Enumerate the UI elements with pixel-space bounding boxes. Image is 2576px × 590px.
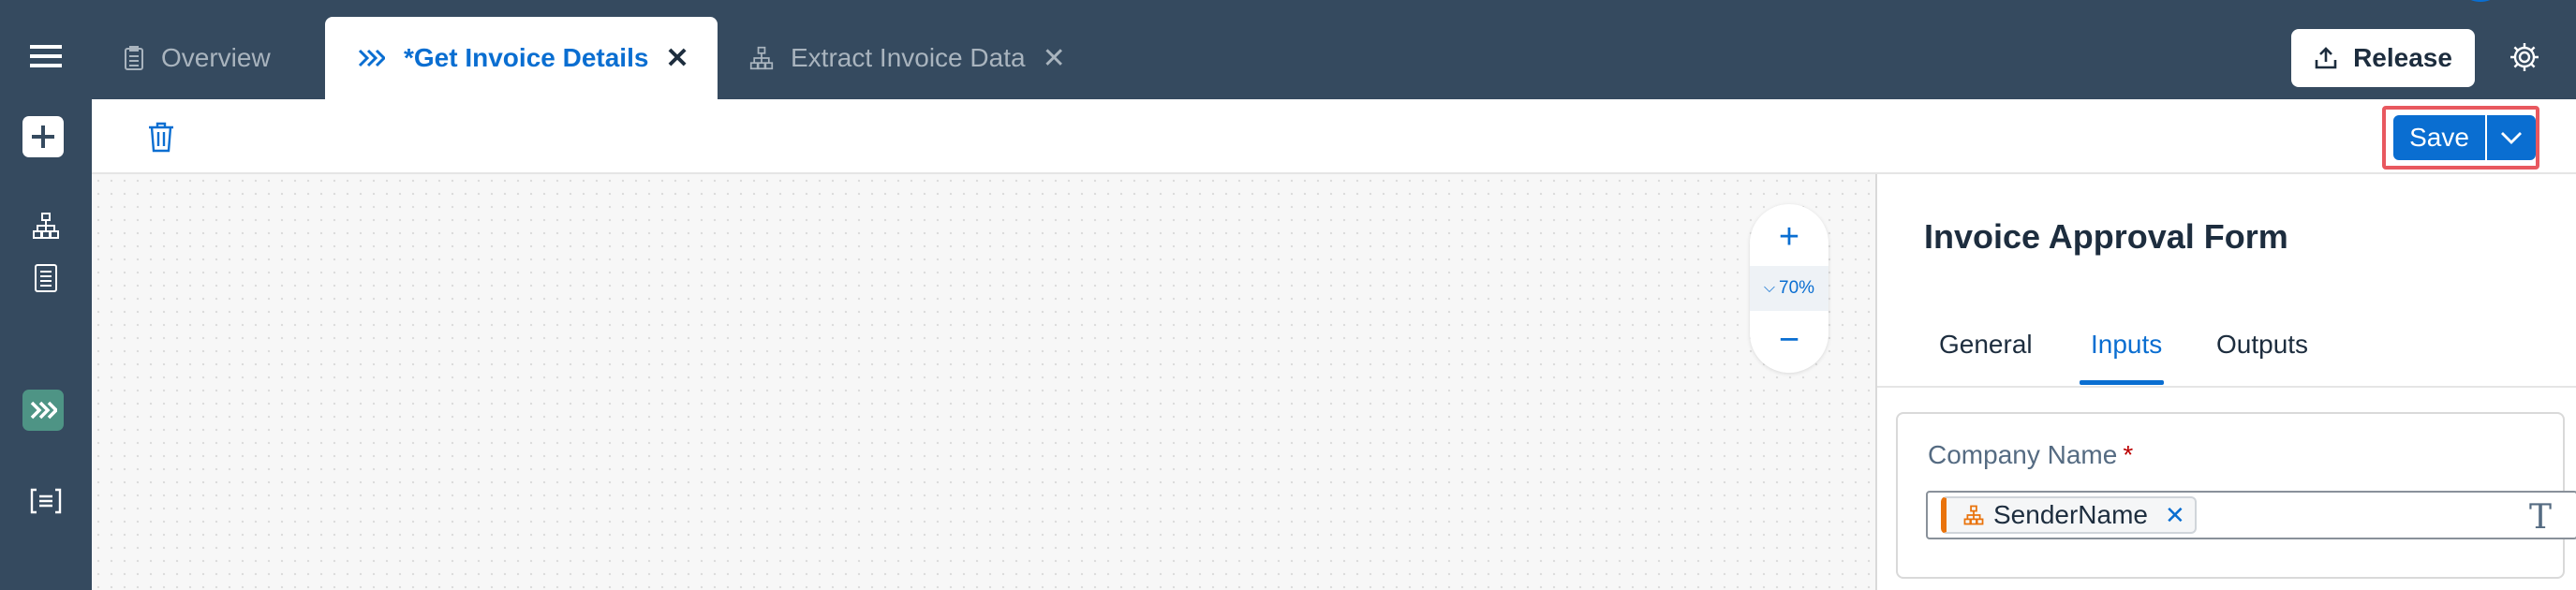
toolbar: Save — [92, 99, 2576, 174]
zoom-level-value: 70% — [1779, 278, 1815, 298]
upload-icon — [2315, 47, 2337, 69]
hierarchy-icon — [1963, 505, 1984, 525]
input-field-card: Company Name * SenderName ✕ T — [1896, 412, 2576, 579]
trash-icon — [149, 122, 173, 153]
tab-overview[interactable]: Overview — [122, 17, 318, 99]
divider — [1877, 386, 2576, 388]
list-bracket-icon[interactable] — [0, 468, 92, 534]
release-label: Release — [2353, 43, 2452, 72]
zoom-control: + ⌵ 70% − — [1750, 204, 1828, 373]
add-artifact-button[interactable] — [22, 116, 64, 157]
plus-icon — [32, 125, 54, 148]
field-label: Company Name * — [1928, 440, 2133, 470]
tab-label: Extract Invoice Data — [791, 43, 1026, 72]
side-navigation — [0, 0, 92, 590]
document-icon — [125, 46, 143, 70]
process-nav-item[interactable] — [22, 390, 64, 431]
chevron-down-icon — [2501, 132, 2522, 144]
menu-icon[interactable] — [0, 23, 92, 89]
zoom-in-button[interactable]: + — [1750, 214, 1828, 260]
token-label: SenderName — [1993, 500, 2148, 529]
tab-inputs[interactable]: Inputs — [2091, 330, 2162, 360]
properties-panel: Invoice Approval Form General Inputs Out… — [1875, 174, 2576, 590]
close-icon[interactable]: ✕ — [665, 42, 688, 75]
company-name-input[interactable]: SenderName ✕ T — [1926, 491, 2576, 539]
required-mark: * — [2123, 440, 2134, 469]
delete-button[interactable] — [141, 116, 182, 157]
tab-general[interactable]: General — [1939, 330, 2033, 360]
tab-extract-invoice-data[interactable]: Extract Invoice Data ✕ — [749, 17, 1105, 99]
variable-token[interactable]: SenderName ✕ — [1941, 496, 2197, 534]
save-options-button[interactable] — [2487, 115, 2536, 160]
hierarchy-icon — [749, 46, 774, 70]
save-highlight: Save — [2382, 106, 2539, 170]
document-icon[interactable] — [0, 245, 92, 311]
remove-token-icon[interactable]: ✕ — [2165, 501, 2185, 530]
close-icon[interactable]: ✕ — [1043, 42, 1066, 75]
zoom-level-select[interactable]: ⌵ 70% — [1750, 266, 1828, 311]
release-button[interactable]: Release — [2291, 29, 2475, 87]
tab-get-invoice-details[interactable]: *Get Invoice Details ✕ — [325, 17, 718, 99]
tab-outputs[interactable]: Outputs — [2216, 330, 2308, 360]
chevrons-right-icon — [358, 49, 385, 67]
company-name-label: Company Name — [1928, 440, 2118, 469]
chevrons-right-icon — [30, 401, 57, 420]
chevron-down-icon: ⌵ — [1763, 280, 1776, 296]
panel-title: Invoice Approval Form — [1924, 217, 2288, 256]
zoom-out-button[interactable]: − — [1750, 317, 1828, 363]
process-canvas[interactable] — [92, 174, 1875, 590]
tab-label: Overview — [161, 43, 271, 72]
active-tab-indicator — [2080, 380, 2164, 385]
text-type-icon[interactable]: T — [2529, 498, 2552, 537]
save-button[interactable]: Save — [2393, 115, 2485, 160]
tab-label: *Get Invoice Details — [404, 43, 649, 72]
gear-icon[interactable] — [2503, 36, 2546, 79]
